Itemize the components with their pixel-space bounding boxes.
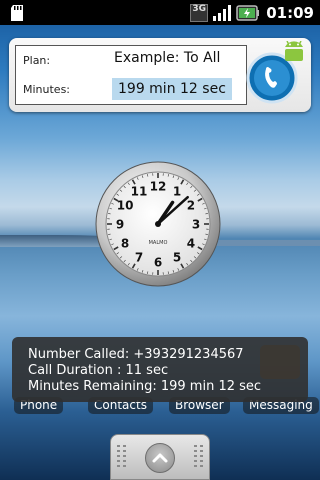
minutes-value: 199 min 12 sec [112,78,232,100]
app-drawer-handle[interactable] [110,434,210,480]
plan-row: Plan: Example: To All [16,47,246,75]
drawer-grip-right-2 [200,445,203,469]
clock-numeral-5: 5 [173,250,181,264]
clock-numeral-8: 8 [121,237,129,251]
network-3g-icon: 3G [190,4,209,22]
android-robot-icon [285,41,303,61]
clock-numeral-2: 2 [187,199,195,213]
drawer-grip-right [194,445,197,469]
clock-numeral-6: 6 [154,256,162,270]
clock-numeral-9: 9 [116,218,124,232]
minutes-label: Minutes: [23,83,71,96]
clock-numeral-3: 3 [192,218,200,232]
clock-time: 01:09 [266,4,314,22]
toast-number-called: Number Called: +393291234567 [28,347,244,362]
android-phone-icon[interactable] [241,41,307,107]
clock-center-pin [155,221,161,227]
toast-call-duration: Call Duration : 11 sec [28,363,169,378]
plan-label: Plan: [23,54,51,67]
drawer-open-button[interactable] [145,443,175,473]
widget-info-panel: Plan: Example: To All Minutes: 199 min 1… [15,45,247,105]
network-type-label: 3G [192,4,207,14]
drawer-grip-left [117,445,120,469]
plan-value: Example: To All [114,50,221,66]
analog-clock-widget[interactable]: 12 12 3 45678 9 1011 MALMO [94,160,222,288]
battery-charging-icon [236,5,260,21]
clock-numeral-1: 1 [173,185,181,199]
clock-brand: MALMO [149,240,168,246]
chevron-up-icon [152,453,168,463]
toast-minutes-remaining: Minutes Remaining: 199 min 12 sec [28,379,262,394]
sd-card-icon [11,5,23,21]
call-info-toast: Number Called: +393291234567 Call Durati… [12,337,308,402]
clock-numeral-4: 4 [187,237,195,251]
signal-icon [213,5,232,21]
clock-numeral-10: 10 [117,199,134,213]
clock-numeral-11: 11 [131,185,148,199]
drawer-grip-left-2 [123,445,126,469]
clock-numeral-7: 7 [135,250,143,264]
clock-numeral-12: 12 [150,180,167,194]
status-bar[interactable]: 3G 01:09 [0,0,320,25]
minutes-row: Minutes: 199 min 12 sec [16,76,246,104]
minutes-widget[interactable]: Plan: Example: To All Minutes: 199 min 1… [9,38,311,112]
